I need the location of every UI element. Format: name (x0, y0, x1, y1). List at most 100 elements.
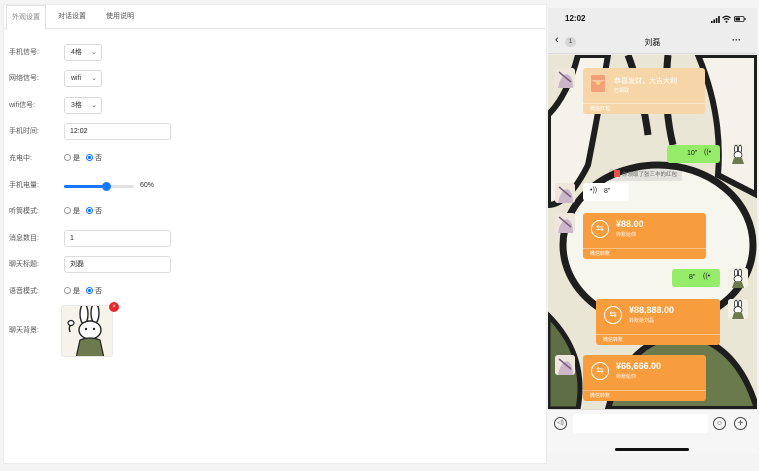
voice-duration: 8" (604, 188, 611, 195)
chat-title-label: 聊天标题: (9, 261, 39, 268)
charging-yes-label: 是 (73, 155, 80, 162)
earpiece-yes-label: 是 (73, 208, 80, 215)
battery-slider[interactable] (64, 182, 134, 191)
chat-nav-bar: ‹ 1 刘磊 ··· (548, 30, 757, 54)
battery-label: 手机电量: (9, 182, 39, 189)
chat-area: 恭喜发财，大吉大利 已领取 微信红包 你领取了张三丰的红包 10" ((• •)… (548, 55, 757, 409)
phone-preview: 12:02 ‹ 1 刘磊 ··· 恭喜发财，大吉大利 已领取 微信红包 你领取了… (548, 8, 757, 454)
self-avatar[interactable] (728, 299, 748, 319)
transfer-icon: ⇆ (591, 362, 609, 380)
signal-row: 手机信号: 4格 ⌄ (9, 44, 309, 62)
battery-percent: 60% (140, 182, 155, 189)
network-select[interactable]: wifi ⌄ (64, 70, 102, 87)
chat-bg-label: 聊天背景: (9, 327, 39, 334)
status-bar: 12:02 (548, 8, 757, 30)
avatar-image (555, 213, 575, 233)
transfer-footer: 微信转账 (583, 248, 706, 259)
avatar-image (728, 268, 748, 288)
contact-avatar[interactable] (555, 355, 575, 375)
voice-wave-icon: ((• (703, 273, 711, 280)
transfer-status: 转账给你 (616, 374, 637, 380)
tab-instructions[interactable]: 使用说明 (99, 5, 141, 29)
network-value: wifi (71, 75, 82, 82)
rabbit-illustration-icon (62, 306, 112, 356)
signal-value: 4格 (71, 49, 82, 56)
signal-label: 手机信号: (9, 49, 39, 56)
transfer-icon: ⇆ (591, 220, 609, 238)
earpiece-radio-group: 是 否 (64, 203, 102, 221)
time-label: 手机时间: (9, 128, 39, 135)
voice-mode-yes-radio[interactable] (64, 287, 71, 294)
transfer-amount: ¥66,666.00 (616, 361, 662, 371)
voice-mode-row: 语音模式: 是 否 (9, 283, 309, 301)
chevron-down-icon: ⌄ (91, 49, 97, 56)
transfer-message-received[interactable]: ⇆ ¥66,666.00 转账给你 微信转账 (583, 355, 706, 401)
voice-message-sent[interactable]: 8" ((• (672, 269, 720, 287)
red-packet-icon (591, 75, 605, 92)
voice-duration: 10" (687, 150, 698, 157)
tab-appearance[interactable]: 外观设置 (6, 5, 46, 30)
voice-wave-icon: ((• (704, 149, 712, 156)
battery-slider-handle[interactable] (101, 182, 111, 191)
signal-select[interactable]: 4格 ⌄ (64, 44, 102, 61)
wifi-icon (722, 15, 731, 23)
transfer-amount: ¥88.00 (616, 219, 644, 229)
voice-mode-no-radio[interactable] (85, 287, 93, 294)
transfer-message-sent[interactable]: ⇆ ¥88,888.00 转账给刘磊 微信转账 (596, 299, 720, 345)
transfer-amount: ¥88,888.00 (629, 305, 675, 315)
red-packet-message[interactable]: 恭喜发财，大吉大利 已领取 微信红包 (583, 68, 705, 114)
chevron-down-icon: ⌄ (91, 75, 97, 82)
earpiece-row: 听筒模式: 是 否 (9, 203, 309, 221)
contact-avatar[interactable] (555, 183, 575, 203)
red-packet-footer: 微信红包 (583, 103, 705, 114)
system-message-text: 你领取了张三丰的红包 (622, 172, 678, 178)
voice-message-sent[interactable]: 10" ((• (667, 145, 720, 163)
message-input[interactable] (573, 414, 708, 433)
msg-count-label: 消息数目: (9, 235, 39, 242)
earpiece-label: 听筒模式: (9, 208, 39, 215)
charging-label: 充电中: (9, 155, 32, 162)
avatar-image (728, 299, 748, 319)
earpiece-no-label: 否 (94, 208, 102, 215)
wifi-value: 3格 (71, 102, 82, 109)
transfer-footer: 微信转账 (596, 334, 720, 345)
more-options-icon[interactable]: ··· (732, 35, 741, 45)
charging-yes-radio[interactable] (64, 154, 71, 161)
network-row: 网络信号: wifi ⌄ (9, 70, 309, 88)
charging-no-radio[interactable] (85, 154, 93, 161)
battery-slider-fill (64, 185, 106, 188)
settings-panel: 外观设置 对话设置 使用说明 手机信号: 4格 ⌄ 网络信号: wifi ⌄ wif… (3, 4, 547, 464)
transfer-message-received[interactable]: ⇆ ¥88.00 转账给你 微信转账 (583, 213, 706, 259)
time-input[interactable]: 12:02 (64, 123, 171, 140)
chat-title-input[interactable]: 刘磊 (64, 256, 171, 273)
msg-count-input[interactable]: 1 (64, 230, 171, 247)
plus-icon[interactable]: + (734, 417, 747, 430)
self-avatar[interactable] (728, 268, 748, 288)
contact-avatar[interactable] (555, 68, 575, 88)
earpiece-yes-radio[interactable] (64, 207, 71, 214)
home-indicator (615, 448, 689, 451)
voice-input-icon[interactable]: ◁) (554, 417, 567, 430)
msg-count-row: 消息数目: 1 (9, 230, 309, 248)
voice-mode-radio-group: 是 否 (64, 283, 102, 301)
avatar-image (728, 144, 748, 164)
emoji-icon[interactable]: ☺ (713, 417, 726, 430)
status-time: 12:02 (565, 14, 586, 23)
chat-background-thumbnail[interactable] (61, 305, 113, 357)
earpiece-no-radio[interactable] (85, 207, 93, 214)
wifi-label: wifi信号: (9, 102, 36, 109)
chat-title: 刘磊 (644, 38, 661, 47)
voice-mode-yes-label: 是 (73, 288, 80, 295)
voice-mode-label: 语音模式: (9, 288, 39, 295)
voice-message-received[interactable]: •)) 8" (583, 183, 629, 201)
tab-dialogue[interactable]: 对话设置 (52, 5, 92, 29)
remove-background-button[interactable]: × (109, 302, 119, 312)
self-avatar[interactable] (728, 144, 748, 164)
red-packet-small-icon (614, 170, 620, 177)
chat-input-bar: ◁) ☺ + (548, 409, 757, 454)
wifi-row: wifi信号: 3格 ⌄ (9, 97, 309, 115)
battery-row: 手机电量: 60% (9, 177, 309, 195)
contact-avatar[interactable] (555, 213, 575, 233)
voice-duration: 8" (689, 274, 696, 281)
wifi-select[interactable]: 3格 ⌄ (64, 97, 102, 114)
